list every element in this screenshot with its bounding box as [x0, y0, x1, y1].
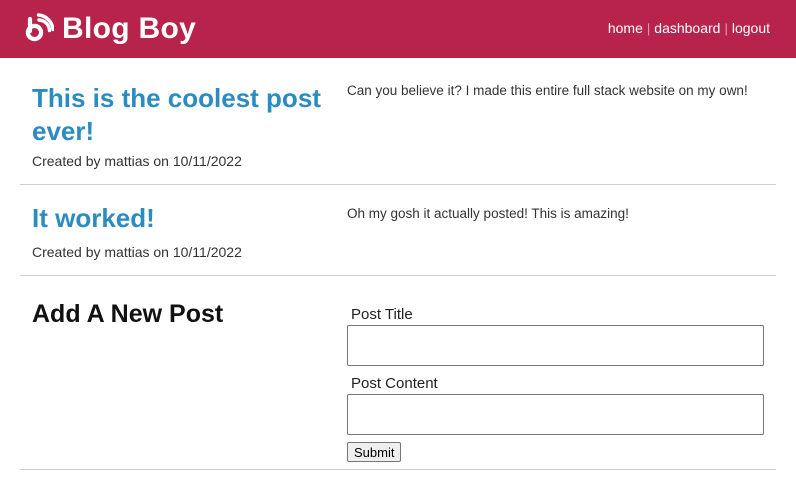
post-meta: Created by mattias on 10/11/2022 [32, 244, 242, 260]
brand-name: Blog Boy [62, 12, 197, 45]
new-post-heading: Add A New Post [32, 300, 224, 328]
nav-logout-link[interactable]: logout [732, 20, 770, 36]
post-content: Oh my gosh it actually posted! This is a… [347, 206, 629, 221]
brand-link[interactable]: Blog Boy [22, 8, 196, 50]
rss-feed-icon [25, 13, 54, 42]
main-nav: home | dashboard | logout [608, 20, 770, 36]
post-card: It worked! Created by mattias on 10/11/2… [20, 185, 776, 276]
nav-dashboard-link[interactable]: dashboard [654, 20, 720, 36]
post-title-label: Post Title [351, 306, 413, 323]
post-title-input[interactable] [347, 325, 764, 366]
navbar: Blog Boy home | dashboard | logout [0, 0, 796, 58]
post-content-label: Post Content [351, 375, 438, 392]
post-title-link[interactable]: It worked! [32, 202, 332, 235]
post-content: Can you believe it? I made this entire f… [347, 83, 748, 98]
nav-divider: | [646, 20, 651, 36]
nav-divider: | [724, 20, 728, 36]
post-title-link[interactable]: This is the coolest post ever! [32, 82, 332, 148]
post-meta: Created by mattias on 10/11/2022 [32, 153, 242, 169]
new-post-form: Add A New Post Post Title Post Content S… [20, 276, 776, 470]
submit-button[interactable]: Submit [347, 442, 402, 462]
nav-home-link[interactable]: home [608, 20, 643, 36]
post-content-input[interactable] [347, 394, 764, 435]
post-card: This is the coolest post ever! Created b… [20, 58, 776, 185]
